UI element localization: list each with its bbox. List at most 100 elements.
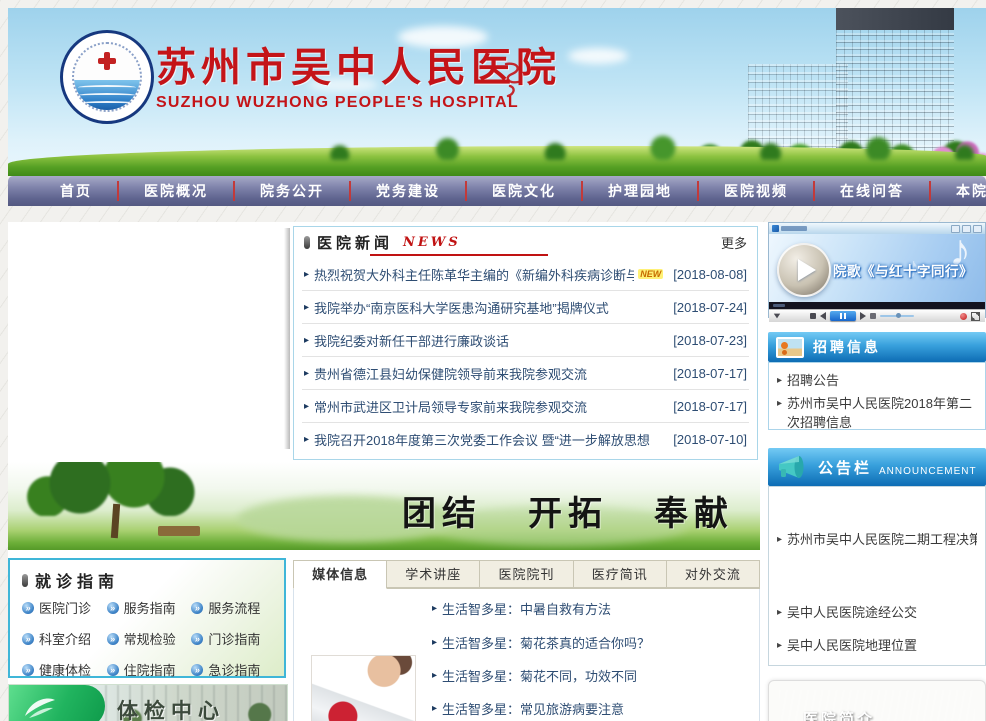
section-bullet-icon xyxy=(22,574,28,587)
tab-exchange[interactable]: 对外交流 xyxy=(667,560,760,588)
checkup-center-title: 体检中心 xyxy=(117,695,225,721)
nav-item-party[interactable]: 党务建设 xyxy=(350,176,466,206)
hospital-intro-panel[interactable]: 医院简介 xyxy=(768,680,986,721)
intro-title: 医院简介 xyxy=(803,708,875,721)
play-button[interactable] xyxy=(777,243,831,297)
news-item-date: [2018-08-08] xyxy=(663,267,747,282)
circle-arrow-icon: » xyxy=(107,664,119,676)
tab-lectures[interactable]: 学术讲座 xyxy=(387,560,480,588)
news-item-row[interactable]: ▸ 贵州省德江县妇幼保健院领导前来我院参观交流 [2018-07-17] xyxy=(302,357,749,390)
logo-ring xyxy=(72,42,142,112)
news-item-title[interactable]: 我院举办“南京医科大学医患沟通研究基地”揭牌仪式 xyxy=(314,298,609,317)
post-link[interactable]: ▸ 生活智多星：常见旅游病要注意 xyxy=(432,699,624,718)
visit-guide-panel: 就诊指南 »医院门诊 »服务指南 »服务流程 »科室介绍 »常规检验 »门诊指南… xyxy=(8,558,286,678)
pause-button[interactable] xyxy=(830,311,856,321)
news-more-link[interactable]: 更多 xyxy=(721,233,747,252)
arrow-icon: ▸ xyxy=(432,603,437,614)
news-item-title[interactable]: 我院召开2018年度第三次党委工作会议 暨“进一步解放思想 xyxy=(314,430,650,449)
stop-icon[interactable] xyxy=(810,313,816,319)
tab-journal[interactable]: 医院院刊 xyxy=(480,560,573,588)
arrow-icon: ▸ xyxy=(777,374,782,391)
guide-link-service-guide[interactable]: »服务指南 xyxy=(107,598,190,617)
news-item-title[interactable]: 贵州省德江县妇幼保健院领导前来我院参观交流 xyxy=(314,364,587,383)
tab-medical-briefs[interactable]: 医疗简讯 xyxy=(574,560,667,588)
circle-arrow-icon: » xyxy=(191,602,203,614)
news-item-row[interactable]: ▸ 我院纪委对新任干部进行廉政谈话 [2018-07-23] xyxy=(302,324,749,357)
guide-link-health-checkup[interactable]: »健康体检 xyxy=(22,660,105,679)
slideshow-placeholder xyxy=(8,222,290,455)
header-banner: 苏州市吴中人民医院 SUZHOU WUZHONG PEOPLE'S HOSPIT… xyxy=(8,8,986,176)
checkup-logo-panel xyxy=(9,685,105,721)
treeline xyxy=(268,134,986,160)
player-controls xyxy=(769,309,985,322)
slogan-banner: 团结 开拓 奉献 xyxy=(8,462,760,550)
slogan-word: 奉献 xyxy=(654,486,734,535)
guide-link-outpatient-guide[interactable]: »门诊指南 xyxy=(191,629,274,648)
guide-link-service-flow[interactable]: »服务流程 xyxy=(191,598,274,617)
news-item-row[interactable]: ▸ 我院举办“南京医科大学医患沟通研究基地”揭牌仪式 [2018-07-24] xyxy=(302,291,749,324)
player-viewport[interactable]: ♪ ♪ 院歌《与红十字同行》 xyxy=(769,234,985,302)
news-item-title[interactable]: 我院纪委对新任干部进行廉政谈话 xyxy=(314,331,509,350)
announcement-panel: ▸ 苏州市吴中人民医院二期工程决策事 ▸ 吴中人民医院途经公交 ▸ 吴中人民医院… xyxy=(768,486,986,666)
arrow-icon: ▸ xyxy=(777,639,782,656)
media-tabs-panel: 媒体信息 学术讲座 医院院刊 医疗简讯 对外交流 ▸ 生活智多星：中暑自救有方法… xyxy=(293,560,760,721)
news-item-title[interactable]: 常州市武进区卫计局领导专家前来我院参观交流 xyxy=(314,397,587,416)
previous-icon[interactable] xyxy=(820,312,826,320)
guide-link-inpatient-guide[interactable]: »住院指南 xyxy=(107,660,190,679)
guide-link-departments[interactable]: »科室介绍 xyxy=(22,629,105,648)
news-item-title[interactable]: 热烈祝贺大外科主任陈革华主编的《新编外科疾病诊断与治 xyxy=(314,265,634,284)
checkup-center-banner[interactable]: 体检中心 xyxy=(8,684,288,721)
recruit-link[interactable]: ▸ 招聘公告 xyxy=(777,372,977,391)
guide-title: 就诊指南 xyxy=(35,568,119,592)
maximize-icon[interactable] xyxy=(962,225,971,233)
player-app-icon xyxy=(772,225,779,232)
arrow-icon: ▸ xyxy=(432,670,437,681)
fullscreen-icon[interactable] xyxy=(971,312,980,321)
nav-item-overview[interactable]: 医院概况 xyxy=(118,176,234,206)
hospital-logo[interactable] xyxy=(60,30,154,124)
post-link[interactable]: ▸ 生活智多星：菊花茶真的适合你吗？ xyxy=(432,633,650,652)
recruit-link[interactable]: ▸ 苏州市吴中人民医院2018年第二次招聘信息 xyxy=(777,395,977,433)
minimize-icon[interactable] xyxy=(951,225,960,233)
guide-links-grid: »医院门诊 »服务指南 »服务流程 »科室介绍 »常规检验 »门诊指南 »健康体… xyxy=(22,598,274,679)
menu-icon[interactable] xyxy=(774,314,780,319)
arrow-icon: ▸ xyxy=(432,703,437,714)
intro-building-photo: 医院简介 xyxy=(779,690,975,721)
playlist-icon[interactable] xyxy=(870,313,876,319)
announcement-link[interactable]: ▸ 吴中人民医院地理位置 xyxy=(777,637,977,656)
tab-media-info[interactable]: 媒体信息 xyxy=(293,560,387,589)
video-caption: 院歌《与红十字同行》 xyxy=(833,260,973,280)
volume-slider[interactable] xyxy=(880,315,914,317)
circle-arrow-icon: » xyxy=(22,664,34,676)
arrow-icon: ▸ xyxy=(432,637,437,648)
guide-link-outpatient[interactable]: »医院门诊 xyxy=(22,598,105,617)
nav-item-home[interactable]: 首页 xyxy=(34,176,118,206)
red-underline xyxy=(370,254,548,256)
nav-item-qa[interactable]: 在线问答 xyxy=(814,176,930,206)
news-item-row[interactable]: ▸ 常州市武进区卫计局领导专家前来我院参观交流 [2018-07-17] xyxy=(302,390,749,423)
guide-link-emergency-guide[interactable]: »急诊指南 xyxy=(191,660,274,679)
arrow-icon: ▸ xyxy=(777,606,782,623)
arrow-icon: ▸ xyxy=(777,397,782,433)
announcement-link[interactable]: ▸ 吴中人民医院途经公交 xyxy=(777,604,977,623)
guide-link-routine-tests[interactable]: »常规检验 xyxy=(107,629,190,648)
announcement-link[interactable]: ▸ 苏州市吴中人民医院二期工程决策事 xyxy=(777,531,977,550)
nav-item-nursing[interactable]: 护理园地 xyxy=(582,176,698,206)
post-link[interactable]: ▸ 生活智多星：中暑自救有方法 xyxy=(432,599,611,618)
video-player[interactable]: ♪ ♪ 院歌《与红十字同行》 xyxy=(768,222,986,318)
post-link[interactable]: ▸ 生活智多星：菊花不同，功效不同 xyxy=(432,666,637,685)
next-icon[interactable] xyxy=(860,312,866,320)
leaf-logo-icon xyxy=(19,690,59,721)
news-item-row[interactable]: ▸ 我院召开2018年度第三次党委工作会议 暨“进一步解放思想 [2018-07… xyxy=(302,423,749,455)
news-item-row[interactable]: ▸ 热烈祝贺大外科主任陈革华主编的《新编外科疾病诊断与治 NEW [2018-0… xyxy=(302,258,749,291)
nav-item-video[interactable]: 医院视频 xyxy=(698,176,814,206)
nav-item-culture[interactable]: 医院文化 xyxy=(466,176,582,206)
recruit-photo-icon xyxy=(776,337,804,358)
recruit-title: 招聘信息 xyxy=(813,337,881,357)
nav-item-open-affairs[interactable]: 院务公开 xyxy=(234,176,350,206)
slogan-word: 团结 xyxy=(402,486,482,535)
nav-item-pharmacy[interactable]: 本院药讯 xyxy=(930,176,986,206)
news-item-date: [2018-07-17] xyxy=(663,399,747,414)
close-icon[interactable] xyxy=(973,225,982,233)
record-icon[interactable] xyxy=(960,313,967,320)
